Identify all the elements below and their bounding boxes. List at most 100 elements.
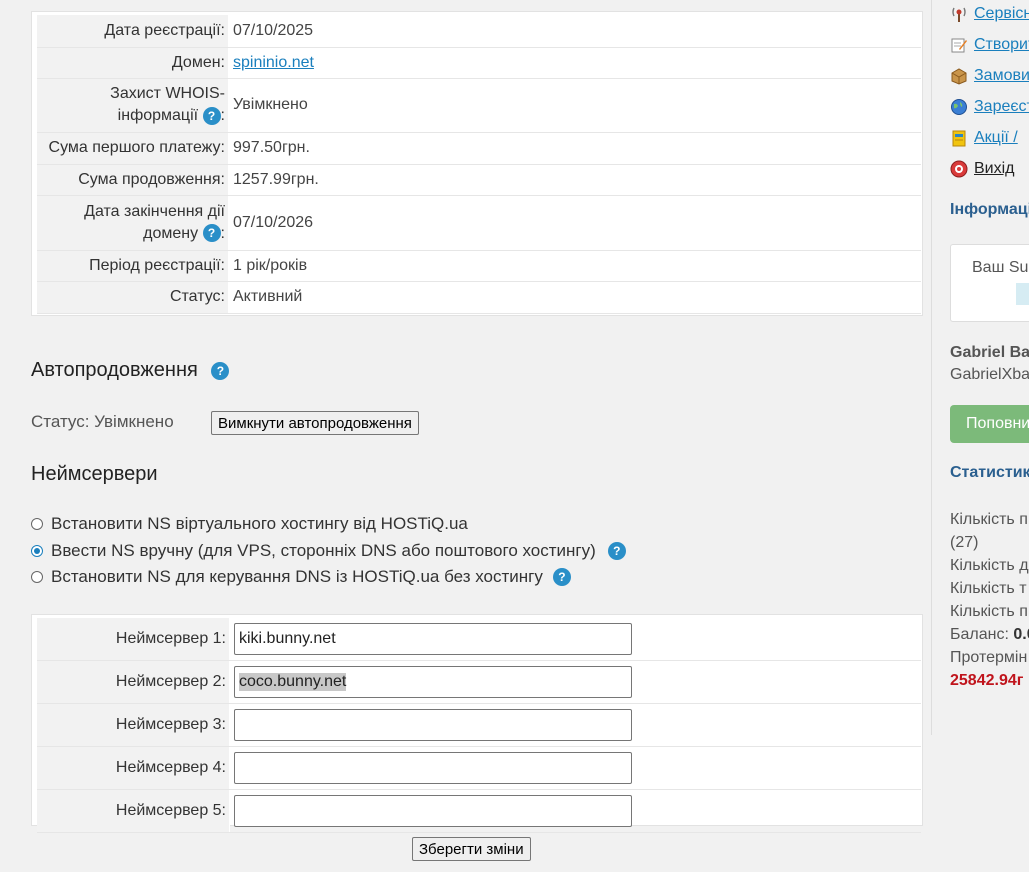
info-label: Домен: (37, 47, 229, 79)
nameservers-heading: Неймсервери (31, 463, 158, 485)
info-value: 997.50грн. (228, 132, 921, 165)
disable-autorenew-button[interactable]: Вимкнути автопродовження (211, 411, 419, 435)
help-icon[interactable]: ? (202, 224, 221, 243)
stat-line: Кількість т (950, 580, 1027, 597)
ns-option-manual[interactable]: Ввести NS вручну (для VPS, сторонніх DNS… (31, 541, 626, 561)
help-icon[interactable]: ? (607, 542, 626, 560)
info-label-line: домену (143, 224, 199, 242)
ns-input-value-selected: coco.bunny.net (239, 673, 347, 691)
sidebar-link-services[interactable]: Сервісн (950, 5, 1029, 23)
info-row-renewal-amount: Сума продовження: 1257.99грн. (37, 164, 921, 196)
user-login: GabrielXba (950, 366, 1029, 383)
info-value: 07/10/2025 (228, 15, 921, 48)
ns-label: Неймсервер 2: (37, 660, 230, 704)
nameserver-1-input[interactable]: kiki.bunny.net (234, 623, 632, 655)
globe-icon (951, 99, 967, 115)
stat-line: Кількість д (950, 557, 1029, 574)
info-label: Дата закінчення дії домену ?: (37, 195, 229, 251)
radio-button[interactable] (31, 518, 43, 530)
sidebar-link-label[interactable]: Створит (974, 36, 1029, 54)
stat-line: Кількість п (950, 511, 1028, 528)
antenna-icon (952, 7, 966, 22)
support-text: Ваш Sup (972, 259, 1029, 276)
radio-button-checked[interactable] (31, 545, 43, 557)
info-label: Дата реєстрації: (37, 15, 229, 48)
sidebar-stats-heading: Статистика (950, 464, 1029, 481)
help-icon[interactable]: ? (202, 106, 221, 125)
ns-row-4: Неймсервер 4: (37, 746, 921, 790)
info-label: Захист WHOIS- інформації ?: (37, 78, 229, 133)
nameserver-3-input[interactable] (234, 709, 632, 741)
save-changes-button[interactable]: Зберегти зміни (412, 837, 531, 861)
autorenew-status: Статус: Увімкнено (31, 412, 174, 431)
sidebar-link-create[interactable]: Створит (950, 36, 1029, 54)
ns-row-1: Неймсервер 1: kiki.bunny.net (37, 618, 921, 661)
info-label-line: Захист WHOIS- (110, 85, 225, 102)
topup-button[interactable]: Поповни (950, 405, 1029, 443)
nameservers-table: Неймсервер 1: kiki.bunny.net Неймсервер … (37, 618, 921, 833)
nameserver-4-input[interactable] (234, 752, 632, 784)
info-row-registration-date: Дата реєстрації: 07/10/2025 (37, 15, 921, 48)
sidebar-link-label[interactable]: Акції / (974, 129, 1018, 147)
stat-line: (27) (950, 534, 979, 551)
balance-value: 0.0 (1013, 626, 1029, 643)
info-row-period: Період реєстрації: 1 рік/років (37, 250, 921, 282)
info-label: Статус: (37, 281, 229, 314)
info-row-status: Статус: Активний (37, 281, 921, 314)
nameserver-5-input[interactable] (234, 795, 632, 827)
stat-line: Кількість п (950, 603, 1028, 620)
sidebar-link-label[interactable]: Замови (974, 67, 1029, 85)
help-icon[interactable]: ? (552, 568, 571, 586)
ns-row-2: Неймсервер 2: coco.bunny.net (37, 660, 921, 704)
sidebar-link-label[interactable]: Сервісн (974, 5, 1029, 23)
info-row-first-payment: Сума першого платежу: 997.50грн. (37, 132, 921, 165)
topup-button-label: Поповни (966, 415, 1029, 432)
ns-option-dns-only[interactable]: Встановити NS для керування DNS із HOSTi… (31, 567, 571, 587)
info-value: 1 рік/років (228, 250, 921, 282)
ns-label: Неймсервер 3: (37, 703, 230, 747)
info-label: Період реєстрації: (37, 250, 229, 282)
balance-line: Баланс: 0.0 (950, 626, 1029, 644)
help-icon[interactable]: ? (211, 361, 230, 380)
info-row-domain: Домен: spininio.net (37, 47, 921, 79)
autorenew-heading: Автопродовження ? (31, 359, 230, 382)
ns-row-3: Неймсервер 3: (37, 703, 921, 747)
support-box: Ваш Sup (950, 244, 1029, 322)
ns-option-hosting[interactable]: Встановити NS віртуального хостингу від … (31, 514, 468, 534)
info-row-expiry-date: Дата закінчення дії домену ?: 07/10/2026 (37, 195, 921, 251)
balance-label: Баланс: (950, 626, 1009, 643)
info-value: Активний (228, 281, 921, 314)
sidebar-link-label[interactable]: Вихід (974, 160, 1015, 178)
ns-label: Неймсервер 4: (37, 746, 230, 790)
nameserver-2-input[interactable]: coco.bunny.net (234, 666, 632, 698)
domain-link[interactable]: spininio.net (233, 54, 314, 71)
info-label: Сума першого платежу: (37, 132, 229, 165)
sidebar-link-register[interactable]: Зареєст (950, 98, 1029, 116)
autorenew-title: Автопродовження (31, 359, 198, 381)
info-label: Сума продовження: (37, 164, 229, 196)
logout-icon (950, 160, 968, 178)
box-icon (951, 68, 967, 85)
sidebar-info-heading: Інформаці (950, 201, 1029, 218)
sidebar-link-promos[interactable]: Акції / (950, 129, 1018, 147)
overdue-value: 25842.94г (950, 672, 1024, 689)
info-value: 07/10/2026 (228, 195, 921, 251)
radio-button[interactable] (31, 571, 43, 583)
nameservers-panel: Неймсервер 1: kiki.bunny.net Неймсервер … (31, 614, 923, 833)
sidebar-link-logout[interactable]: Вихід (950, 160, 1015, 178)
support-widget (1016, 283, 1029, 305)
user-name: Gabriel Bar (950, 344, 1029, 361)
radio-label: Ввести NS вручну (для VPS, сторонніх DNS… (51, 541, 596, 560)
radio-label: Встановити NS віртуального хостингу від … (51, 514, 468, 533)
overdue-label: Протермін (950, 649, 1028, 666)
sidebar-link-label[interactable]: Зареєст (974, 98, 1029, 116)
info-label-line: Дата закінчення дії (84, 202, 225, 220)
coupon-icon (952, 130, 966, 147)
edit-note-icon (951, 38, 967, 53)
radio-label: Встановити NS для керування DNS із HOSTi… (51, 567, 543, 586)
info-value: Увімкнено (228, 78, 921, 133)
info-value: 1257.99грн. (228, 164, 921, 196)
sidebar-link-order[interactable]: Замови (950, 67, 1029, 85)
ns-label: Неймсервер 5: (37, 789, 230, 833)
info-label-line: інформації (117, 107, 199, 124)
